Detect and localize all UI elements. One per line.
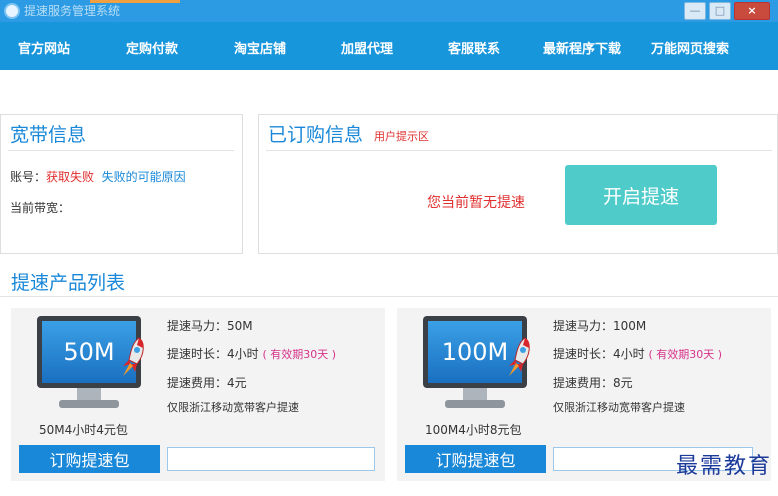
product-caption: 100M4小时8元包: [425, 423, 522, 437]
broadband-divider: [8, 150, 234, 151]
nav-web-search[interactable]: 万能网页搜索: [651, 38, 729, 57]
spec-duration-text: 提速时长：4小时: [167, 347, 259, 361]
buy-50m-input[interactable]: [167, 447, 375, 471]
nav-customer-service[interactable]: 客服联系: [448, 38, 500, 57]
minimize-button[interactable]: —: [684, 2, 706, 20]
app-logo-icon: [4, 3, 20, 19]
spec-restriction: 仅限浙江移动宽带客户提速: [553, 401, 685, 414]
spec-fee: 提速费用：8元: [553, 376, 633, 390]
maximize-button[interactable]: □: [709, 2, 731, 20]
monitor-icon: 50M: [37, 316, 144, 412]
product-list-title: 提速产品列表: [11, 272, 126, 294]
window-controls: — □ ×: [684, 2, 770, 20]
product-list-divider: [0, 296, 778, 297]
spec-restriction: 仅限浙江移动宽带客户提速: [167, 401, 299, 414]
spec-duration: 提速时长：4小时 ( 有效期30天 ): [553, 345, 722, 362]
account-label: 账号：: [10, 170, 47, 184]
start-speedup-button[interactable]: 开启提速: [565, 165, 717, 225]
monitor-stand: [463, 388, 487, 400]
nav-franchise[interactable]: 加盟代理: [341, 38, 393, 57]
title-bar: 提速服务管理系统 — □ ×: [0, 0, 778, 22]
account-status: 获取失败: [46, 170, 95, 184]
spec-duration-text: 提速时长：4小时: [553, 347, 645, 361]
monitor-icon: 100M: [423, 316, 530, 412]
product-card-50m: 50M 50M4小时4元包 提速马力：50M 提速时长：4小时 ( 有效期30天…: [11, 308, 385, 481]
rocket-icon: [509, 337, 530, 376]
nav-order-payment[interactable]: 定购付款: [126, 38, 178, 57]
user-hint-label: 用户提示区: [374, 130, 429, 143]
nav-latest-download[interactable]: 最新程序下载: [543, 38, 621, 57]
buy-50m-button[interactable]: 订购提速包: [19, 445, 160, 473]
broadband-title: 宽带信息: [10, 124, 87, 146]
subscribed-divider: [266, 150, 772, 151]
spec-validity: ( 有效期30天 ): [648, 348, 723, 361]
rocket-icon: [123, 337, 144, 376]
monitor-stand: [77, 388, 101, 400]
watermark-text: 最需教育: [675, 454, 772, 479]
subscribed-title: 已订购信息: [268, 124, 364, 146]
nav-taobao-store[interactable]: 淘宝店铺: [234, 38, 286, 57]
spec-fee: 提速费用：4元: [167, 376, 247, 390]
nav-spacer: [0, 70, 778, 110]
failure-reason-link[interactable]: 失败的可能原因: [102, 170, 186, 184]
product-caption: 50M4小时4元包: [39, 423, 128, 437]
window-title: 提速服务管理系统: [24, 4, 121, 18]
close-button[interactable]: ×: [734, 2, 770, 20]
bandwidth-label: 当前带宽：: [10, 201, 71, 215]
main-nav: 官方网站 定购付款 淘宝店铺 加盟代理 客服联系 最新程序下载 万能网页搜索: [0, 22, 778, 70]
spec-validity: ( 有效期30天 ): [262, 348, 337, 361]
nav-official-site[interactable]: 官方网站: [18, 38, 70, 57]
no-speedup-message: 您当前暂无提速: [427, 195, 525, 211]
spec-duration: 提速时长：4小时 ( 有效期30天 ): [167, 345, 336, 362]
monitor-base: [445, 400, 505, 408]
buy-100m-button[interactable]: 订购提速包: [405, 445, 546, 473]
account-row: 账号：获取失败 失败的可能原因: [10, 168, 186, 185]
monitor-base: [59, 400, 119, 408]
spec-power: 提速马力：100M: [553, 319, 647, 333]
spec-power: 提速马力：50M: [167, 319, 253, 333]
